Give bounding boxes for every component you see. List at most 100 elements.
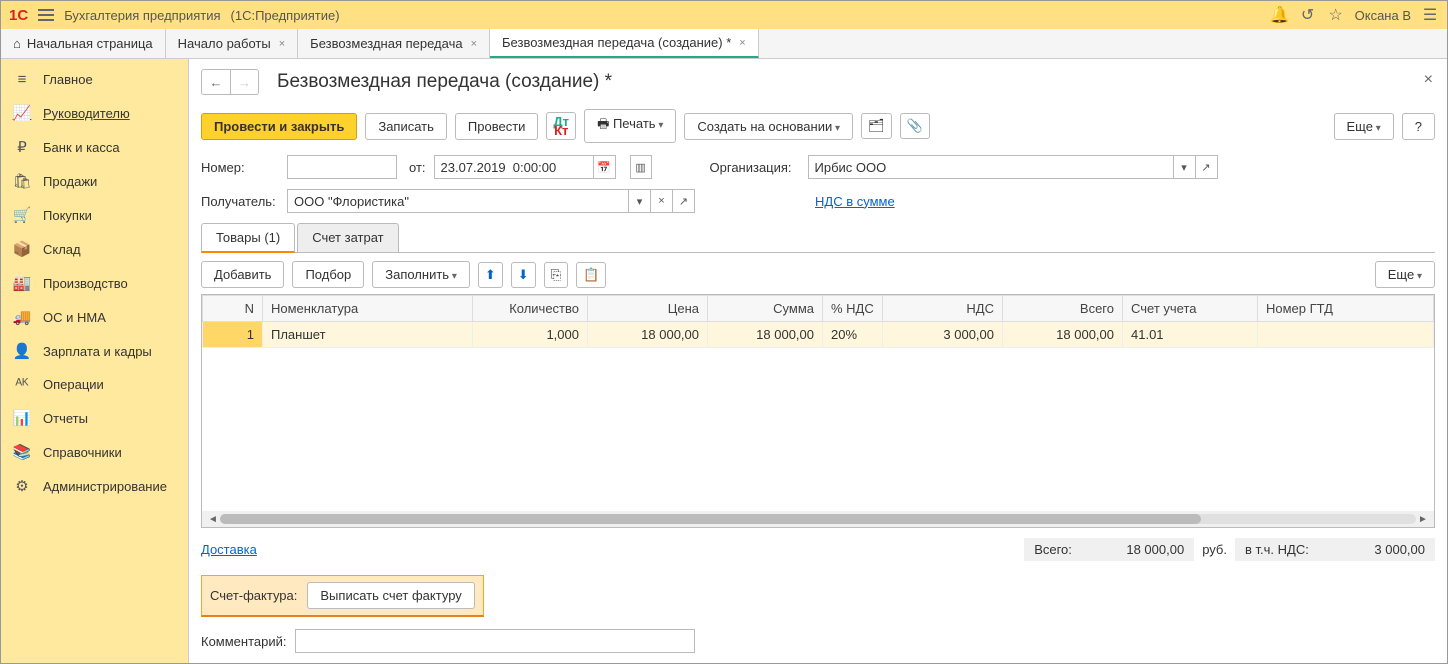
calendar-icon[interactable]: 📅: [594, 155, 616, 179]
sidebar-item[interactable]: 🛍Продажи: [1, 164, 188, 198]
sidebar-item[interactable]: 📊Отчеты: [1, 401, 188, 435]
comment-input[interactable]: [295, 629, 695, 653]
copy-button[interactable]: ⎘: [544, 262, 568, 288]
move-down-button[interactable]: ⬇: [511, 262, 536, 288]
org-input[interactable]: [808, 155, 1174, 179]
total-value: 18 000,00: [1080, 542, 1184, 557]
incl-vat-label: в т.ч. НДС:: [1245, 542, 1309, 557]
col-qty[interactable]: Количество: [473, 296, 588, 322]
app-mode: (1С:Предприятие): [231, 8, 340, 23]
org-open-icon[interactable]: ↗: [1196, 155, 1218, 179]
sidebar-item[interactable]: ⚙Администрирование: [1, 469, 188, 503]
post-and-close-button[interactable]: Провести и закрыть: [201, 113, 357, 140]
hamburger-icon[interactable]: [38, 9, 54, 21]
nav-buttons: ← →: [201, 69, 259, 95]
scroll-left-icon[interactable]: ◄: [206, 514, 220, 525]
col-n[interactable]: N: [203, 296, 263, 322]
col-nomen[interactable]: Номенклатура: [263, 296, 473, 322]
nav-forward-button[interactable]: →: [230, 70, 258, 94]
tab[interactable]: Начало работы×: [166, 29, 299, 58]
table-more-button[interactable]: Еще: [1375, 261, 1435, 288]
settings-icon[interactable]: ☰: [1421, 6, 1439, 24]
tab-close-icon[interactable]: ×: [471, 38, 477, 50]
goods-table: N Номенклатура Количество Цена Сумма % Н…: [201, 294, 1435, 528]
tab[interactable]: Безвозмездная передача×: [298, 29, 490, 58]
number-label: Номер:: [201, 160, 279, 175]
col-sum[interactable]: Сумма: [708, 296, 823, 322]
sidebar-item[interactable]: 🛒Покупки: [1, 198, 188, 232]
sidebar: ≡Главное📈Руководителю₽Банк и касса🛍Прода…: [1, 59, 189, 663]
incl-vat-value: 3 000,00: [1317, 542, 1425, 557]
table-row[interactable]: 1Планшет1,00018 000,0018 000,0020%3 000,…: [203, 322, 1434, 348]
dtkt-button[interactable]: ДтКт: [546, 112, 576, 140]
save-button[interactable]: Записать: [365, 113, 447, 140]
recipient-dropdown-icon[interactable]: ▾: [629, 189, 651, 213]
select-button[interactable]: Подбор: [292, 261, 364, 288]
sidebar-item[interactable]: 👤Зарплата и кадры: [1, 334, 188, 368]
bell-icon[interactable]: 🔔: [1271, 6, 1289, 24]
sidebar-item[interactable]: 📚Справочники: [1, 435, 188, 469]
col-vatp[interactable]: % НДС: [823, 296, 883, 322]
home-tab[interactable]: ⌂Начальная страница: [1, 29, 166, 58]
page-title: Безвозмездная передача (создание) *: [277, 71, 612, 93]
invoice-label: Счет-фактура:: [210, 588, 297, 603]
vat-box: в т.ч. НДС: 3 000,00: [1235, 538, 1435, 561]
recipient-input[interactable]: [287, 189, 629, 213]
attach-button[interactable]: 📎: [900, 113, 930, 139]
home-icon: ⌂: [13, 36, 21, 51]
date-input[interactable]: [434, 155, 594, 179]
rub-label: руб.: [1202, 542, 1227, 557]
move-up-button[interactable]: ⬆: [478, 262, 503, 288]
paste-button[interactable]: 📋: [576, 262, 606, 288]
recipient-clear-icon[interactable]: ×: [651, 189, 673, 213]
add-row-button[interactable]: Добавить: [201, 261, 284, 288]
app-title: Бухгалтерия предприятия: [64, 8, 220, 23]
col-vat[interactable]: НДС: [883, 296, 1003, 322]
sidebar-icon: 🛒: [13, 206, 31, 224]
tab-close-icon[interactable]: ×: [279, 38, 285, 50]
sidebar-icon: 📈: [13, 104, 31, 122]
post-button[interactable]: Провести: [455, 113, 539, 140]
tab-close-icon[interactable]: ×: [739, 37, 745, 49]
create-based-button[interactable]: Создать на основании: [684, 113, 853, 140]
col-acct[interactable]: Счет учета: [1123, 296, 1258, 322]
sidebar-icon: 📊: [13, 409, 31, 427]
titlebar: 1C Бухгалтерия предприятия (1С:Предприят…: [1, 1, 1447, 29]
create-invoice-button[interactable]: Выписать счет фактуру: [307, 582, 474, 609]
col-gtd[interactable]: Номер ГТД: [1258, 296, 1434, 322]
fill-button[interactable]: Заполнить: [372, 261, 470, 288]
sidebar-item[interactable]: 🚚ОС и НМА: [1, 300, 188, 334]
number-input[interactable]: [287, 155, 397, 179]
sidebar-item[interactable]: 📈Руководителю: [1, 96, 188, 130]
table-scrollbar[interactable]: ◄ ►: [202, 511, 1434, 527]
user-name[interactable]: Оксана В: [1355, 8, 1411, 23]
sidebar-item[interactable]: 🏭Производство: [1, 266, 188, 300]
help-button[interactable]: ?: [1402, 113, 1435, 140]
star-icon[interactable]: ☆: [1327, 6, 1345, 24]
sidebar-item[interactable]: ≡Главное: [1, 63, 188, 96]
sidebar-item[interactable]: ₽Банк и касса: [1, 130, 188, 164]
delivery-link[interactable]: Доставка: [201, 542, 257, 557]
sidebar-item[interactable]: 📦Склад: [1, 232, 188, 266]
structure-button[interactable]: 🗂: [861, 113, 892, 139]
from-label: от:: [409, 160, 426, 175]
total-label: Всего:: [1034, 542, 1072, 557]
vat-mode-link[interactable]: НДС в сумме: [815, 194, 895, 209]
doc-props-button[interactable]: ▥: [630, 155, 652, 179]
print-button[interactable]: 🖶 Печать: [584, 109, 676, 143]
nav-back-button[interactable]: ←: [202, 70, 230, 94]
col-total[interactable]: Всего: [1003, 296, 1123, 322]
history-icon[interactable]: ↺: [1299, 6, 1317, 24]
more-button[interactable]: Еще: [1334, 113, 1394, 140]
scroll-right-icon[interactable]: ►: [1416, 514, 1430, 525]
col-price[interactable]: Цена: [588, 296, 708, 322]
tab-goods[interactable]: Товары (1): [201, 223, 295, 253]
close-icon[interactable]: ×: [1424, 71, 1433, 89]
recipient-open-icon[interactable]: ↗: [673, 189, 695, 213]
sidebar-icon: 📚: [13, 443, 31, 461]
sidebar-icon: ₽: [13, 138, 31, 156]
tab-costs[interactable]: Счет затрат: [297, 223, 398, 252]
org-dropdown-icon[interactable]: ▾: [1174, 155, 1196, 179]
sidebar-item[interactable]: ᴬᴷОперации: [1, 368, 188, 401]
tab[interactable]: Безвозмездная передача (создание) *×: [490, 29, 759, 58]
